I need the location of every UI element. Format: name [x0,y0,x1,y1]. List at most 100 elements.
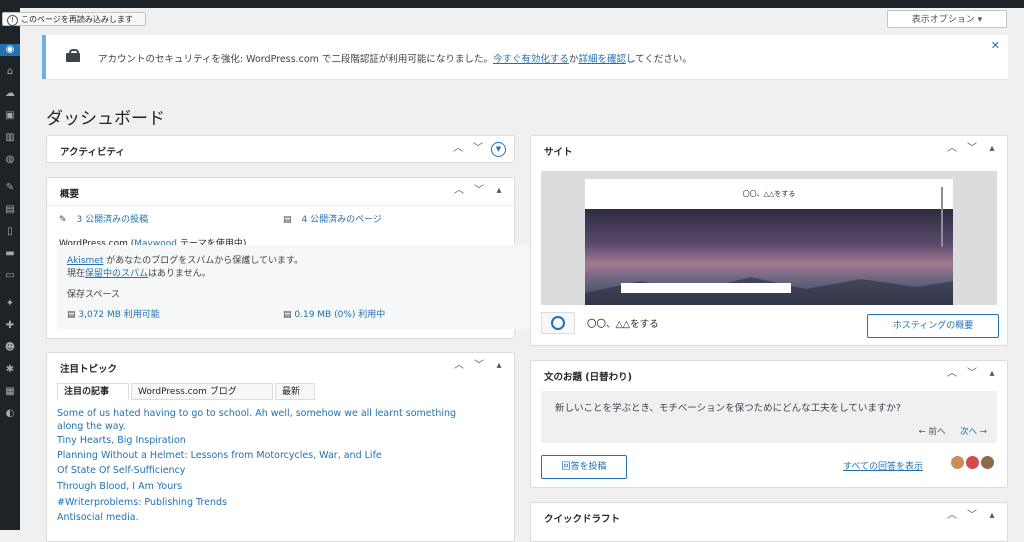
widget-title: アクティビティ [60,147,125,158]
page-title: ダッシュボード [46,109,165,129]
site-name: 〇〇、△△をする [587,319,659,330]
chevron-up-icon[interactable]: ︿ [945,367,959,381]
widget-title: 注目トピック [60,364,118,375]
avatar [964,455,980,470]
chevron-down-icon[interactable]: ﹀ [965,142,979,156]
security-notice: アカウントのセキュリティを強化: WordPress.com で二段階認証が利用… [42,35,1008,79]
storage-used[interactable]: 0.19 MB (0%) 利用中 [294,310,385,320]
storage-available[interactable]: 3,072 MB 利用可能 [78,310,159,320]
screen-options-button[interactable]: 表示オプション ▾ [887,10,1007,28]
caret-up-icon[interactable]: ▴ [985,367,999,381]
cart-icon[interactable]: ▣ [4,110,16,122]
spam-link[interactable]: 保留中のスパム [85,269,148,279]
media-icon[interactable]: ▤ [4,204,16,216]
learn-more-link[interactable]: 詳細を確認 [578,54,626,65]
article-link[interactable]: Some of us hated having to go to school.… [57,408,456,419]
all-answers-link[interactable]: すべての回答を表示 [843,459,923,472]
users-icon[interactable]: ☻ [4,342,16,354]
preview-scrollbar [941,187,943,247]
site-preview[interactable]: 〇〇、△△をする [541,171,997,305]
article-link[interactable]: along the way. [57,421,126,432]
prompt-area: 新しいことを学ぶとき、モチベーションを保つためにどんな工夫をしていますか? ← … [541,391,997,443]
widget-title: 概要 [60,189,80,200]
chevron-down-icon[interactable]: ﹀ [965,509,979,523]
next-prompt-link[interactable]: 次へ → [960,427,987,437]
hosting-overview-button[interactable]: ホスティングの概要 [867,314,999,338]
topics-widget: 注目トピック ︿ ﹀ ▴ 注目の記事 WordPress.com ブログ 最新 So… [46,352,515,542]
toggle-icon[interactable]: ▼ [491,142,506,157]
settings-icon[interactable]: ▦ [4,386,16,398]
reader-icon[interactable]: ◍ [4,154,16,166]
caret-up-icon[interactable]: ▴ [492,359,506,373]
home-icon[interactable]: ⌂ [4,66,16,78]
tab-blog[interactable]: WordPress.com ブログ [131,383,273,400]
post-answer-button[interactable]: 回答を投稿 [541,455,627,479]
cloud-icon[interactable]: ☁ [4,88,16,100]
plugins-icon[interactable]: ✚ [4,320,16,332]
chevron-down-icon[interactable]: ﹀ [471,142,485,156]
preview-title: 〇〇、△△をする [742,190,796,198]
article-link[interactable]: Antisocial media. [57,512,139,523]
prompt-question: 新しいことを学ぶとき、モチベーションを保つためにどんな工夫をしていますか? [555,403,901,414]
overview-widget: 概要 ︿ ﹀ ▴ ✎ 3 公開済みの投稿 ▤ 4 公開済みのページ WordPress.… [46,177,549,339]
akismet-link[interactable]: Akismet [67,256,103,266]
prompt-widget: 文のお題 (日替わり) ︿ ﹀ ▴ 新しいことを学ぶとき、モチベーションを保つために… [530,360,1008,488]
site-widget: サイト ︿ ﹀ ▴ 〇〇、△△をする 〇〇、△△をする ホスティングの概要 [530,135,1008,346]
chevron-down-icon[interactable]: ﹀ [472,184,486,198]
avatar [949,455,965,470]
feedback-icon[interactable]: ▭ [4,270,16,282]
pages-icon: ▤ [283,215,292,225]
tooltip-text: このページを再読み込みします [21,15,133,24]
chevron-down-icon[interactable]: ﹀ [965,367,979,381]
notice-message: アカウントのセキュリティを強化: WordPress.com で二段階認証が利用… [98,54,692,65]
storage-icon: ▤ [283,310,295,320]
quickdraft-widget: クイックドラフト ︿ ﹀ ▴ [530,502,1008,542]
pages-icon[interactable]: ▯ [4,226,16,238]
tab-latest[interactable]: 最新 [275,383,315,400]
akismet-panel: Akismet があなたのブログをスパムから保護しています。 現在保留中のスパム… [57,245,549,329]
article-link[interactable]: Through Blood, I Am Yours [57,481,182,492]
preview-search-bar [621,283,791,293]
article-link[interactable]: #Writerproblems: Publishing Trends [57,497,227,508]
storage-title: 保存スペース [67,290,120,300]
chevron-up-icon[interactable]: ︿ [452,359,466,373]
reload-tooltip: ! このページを再読み込みします [2,12,146,26]
appearance-icon[interactable]: ✦ [4,298,16,310]
comments-icon[interactable]: ▬ [4,248,16,260]
close-icon[interactable]: ✕ [991,39,1000,52]
admin-sidebar: ◉ ⌂ ☁ ▣ ▥ ◍ ✎ ▤ ▯ ▬ ▭ ✦ ✚ ☻ ✱ ▦ ◐ [0,8,20,530]
prev-prompt-link[interactable]: ← 前へ [919,427,946,437]
pin-icon[interactable]: ✎ [4,182,16,194]
widget-title: サイト [544,147,573,158]
caret-up-icon[interactable]: ▴ [492,184,506,198]
admin-bar [0,0,1024,8]
stats-icon[interactable]: ▥ [4,132,16,144]
enable-now-link[interactable]: 今すぐ有効化する [493,54,569,65]
avatar-group [949,455,995,473]
widget-title: 文のお題 (日替わり) [544,372,632,383]
posts-link[interactable]: 3 公開済みの投稿 [77,215,149,225]
collapse-icon[interactable]: ◐ [4,408,16,420]
chevron-up-icon[interactable]: ︿ [452,184,466,198]
chevron-up-icon[interactable]: ︿ [945,509,959,523]
activity-widget: アクティビティ ︿ ﹀ ▼ [46,135,515,163]
article-link[interactable]: Tiny Hearts, Big Inspiration [57,435,186,446]
caret-up-icon[interactable]: ▴ [985,509,999,523]
widget-title: クイックドラフト [544,514,621,525]
chevron-down-icon[interactable]: ﹀ [472,359,486,373]
site-icon [541,312,575,334]
chevron-up-icon[interactable]: ︿ [945,142,959,156]
info-icon: ! [7,15,18,26]
lock-icon [66,49,80,62]
tools-icon[interactable]: ✱ [4,364,16,376]
tab-featured[interactable]: 注目の記事 [57,383,129,400]
article-link[interactable]: Planning Without a Helmet: Lessons from … [57,450,382,461]
caret-up-icon[interactable]: ▴ [985,142,999,156]
pin-icon: ✎ [59,215,67,225]
dashboard-icon[interactable]: ◉ [0,44,20,56]
chevron-up-icon[interactable]: ︿ [451,142,465,156]
pages-link[interactable]: 4 公開済みのページ [302,215,382,225]
avatar [980,455,995,470]
storage-icon: ▤ [67,310,79,320]
article-link[interactable]: Of State Of Self-Sufficiency [57,465,185,476]
